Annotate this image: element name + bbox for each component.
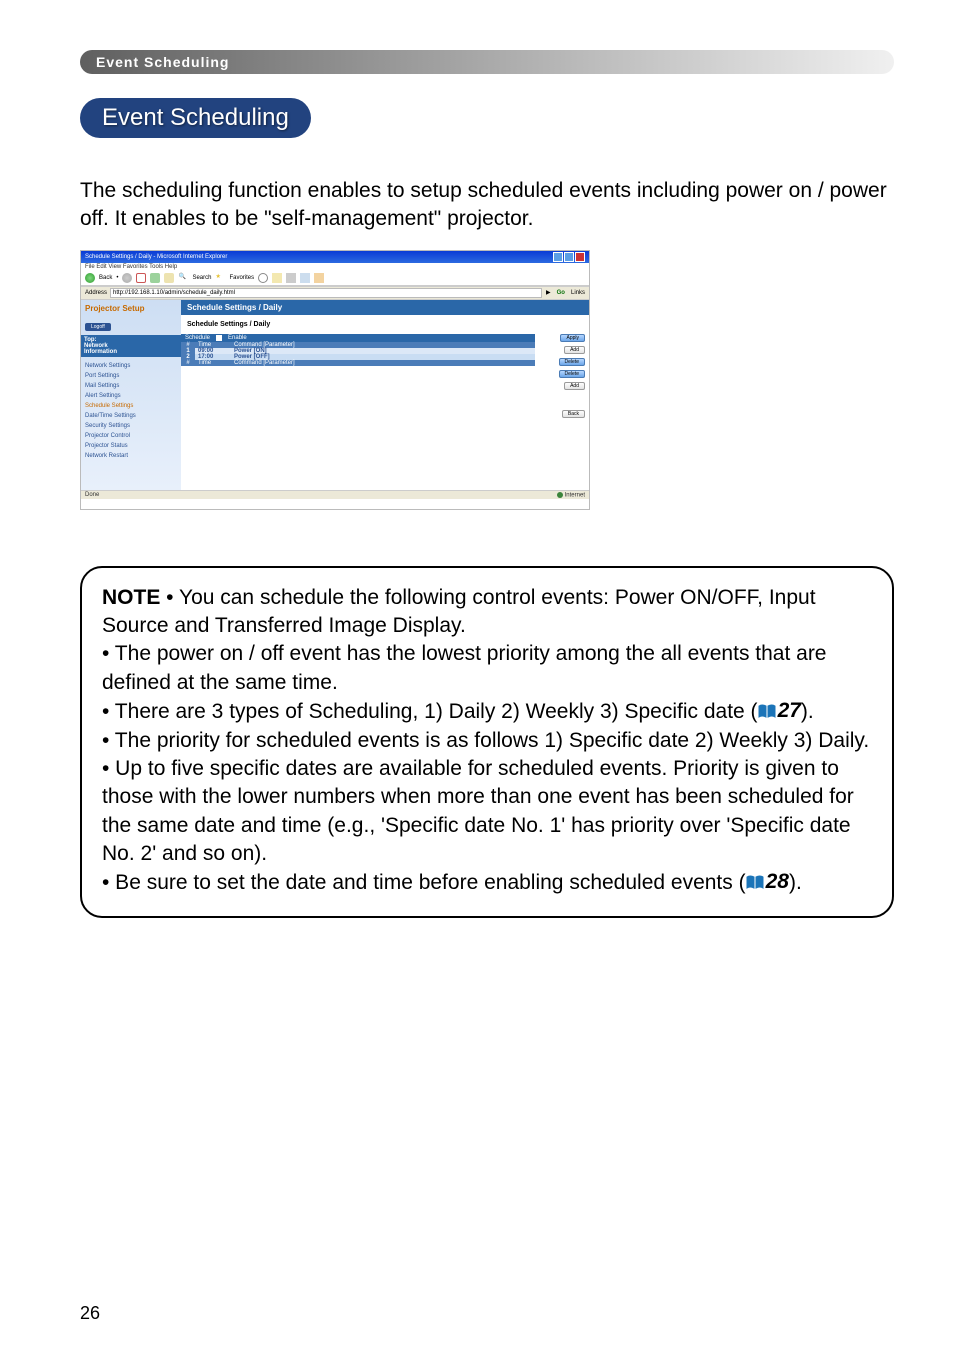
information-label: Information: [84, 349, 178, 355]
note-line3b: ).: [801, 700, 814, 723]
events-table: # Time Command [Parameter] 1 09:00 Power…: [181, 342, 535, 366]
sidebar-item-security-settings[interactable]: Security Settings: [85, 421, 177, 431]
intro-text: The scheduling function enables to setup…: [80, 177, 894, 234]
add-button[interactable]: Add: [564, 346, 585, 354]
content-subtitle: Schedule Settings / Daily: [181, 315, 589, 334]
sidebar-item-network-settings[interactable]: Network Settings: [85, 361, 177, 371]
print-icon[interactable]: [286, 273, 296, 283]
status-done: Done: [85, 492, 99, 499]
edit-icon[interactable]: [300, 273, 310, 283]
delete-button-2[interactable]: Delete: [559, 370, 585, 378]
col-num: #: [181, 360, 195, 366]
sidebar-item-port-settings[interactable]: Port Settings: [85, 371, 177, 381]
note-line6a: • Be sure to set the date and time befor…: [102, 871, 746, 894]
go-icon[interactable]: ▶: [546, 289, 551, 296]
sidebar-item-datetime-settings[interactable]: Date/Time Settings: [85, 411, 177, 421]
main-content: Schedule Settings / Daily Schedule Setti…: [181, 300, 589, 490]
col-time: Time: [195, 360, 231, 366]
stop-icon[interactable]: [136, 273, 146, 283]
favorites-label: Favorites: [229, 275, 254, 281]
delete-button[interactable]: Delete: [559, 358, 585, 366]
browser-toolbar[interactable]: Back • 🔍 Search ★ Favorites: [81, 271, 589, 286]
ref-number: 28: [766, 868, 789, 896]
home-icon[interactable]: [164, 273, 174, 283]
url-field[interactable]: http://192.168.1.10/admin/schedule_daily…: [110, 288, 542, 298]
back-button[interactable]: Back: [562, 410, 585, 418]
address-label: Address: [85, 290, 107, 296]
add-button-2[interactable]: Add: [564, 382, 585, 390]
back-label: Back: [99, 275, 112, 281]
enable-label: Enable: [228, 335, 247, 341]
window-title-bar: Schedule Settings / Daily - Microsoft In…: [81, 251, 589, 263]
history-icon[interactable]: [258, 273, 268, 283]
browser-status-bar: Done Internet: [81, 490, 589, 500]
search-label: Search: [192, 275, 211, 281]
ref-number: 27: [778, 697, 801, 725]
sidebar-top-block[interactable]: Top: Network Information: [81, 335, 181, 357]
sidebar-item-mail-settings[interactable]: Mail Settings: [85, 381, 177, 391]
sidebar-item-schedule-settings[interactable]: Schedule Settings: [85, 401, 177, 411]
note-box: NOTE • You can schedule the following co…: [80, 566, 894, 918]
schedule-label: Schedule: [185, 335, 210, 341]
action-panel: Apply Add Delete Delete Add Back: [539, 334, 585, 422]
refresh-icon[interactable]: [150, 273, 160, 283]
zone-label: Internet: [565, 492, 585, 498]
links-label[interactable]: Links: [571, 290, 585, 296]
note-line1: • You can schedule the following control…: [102, 586, 816, 637]
note-line3a: • There are 3 types of Scheduling, 1) Da…: [102, 700, 758, 723]
enable-checkbox[interactable]: [216, 335, 222, 341]
note-line4: • The priority for scheduled events is a…: [102, 729, 869, 752]
back-icon[interactable]: [85, 273, 95, 283]
discuss-icon[interactable]: [314, 273, 324, 283]
product-label: Projector Setup: [85, 304, 177, 313]
page-reference: 27: [758, 697, 801, 725]
zone-icon: [557, 492, 563, 498]
note-line2: • The power on / off event has the lowes…: [102, 642, 827, 693]
sidebar-item-network-restart[interactable]: Network Restart: [85, 451, 177, 461]
address-bar: Address http://192.168.1.10/admin/schedu…: [81, 286, 589, 300]
book-icon: [746, 875, 764, 889]
sidebar-item-projector-status[interactable]: Projector Status: [85, 441, 177, 451]
browser-menu[interactable]: File Edit View Favorites Tools Help: [81, 263, 589, 271]
note-label: NOTE: [102, 586, 160, 609]
search-icon[interactable]: 🔍: [178, 273, 188, 283]
go-label: Go: [557, 290, 565, 296]
forward-icon[interactable]: [122, 273, 132, 283]
window-title: Schedule Settings / Daily - Microsoft In…: [85, 254, 227, 260]
content-header: Schedule Settings / Daily: [181, 300, 589, 315]
page-number: 26: [80, 1303, 100, 1324]
close-icon[interactable]: [575, 252, 585, 262]
note-line5: • Up to five specific dates are availabl…: [102, 757, 854, 865]
page-reference: 28: [746, 868, 789, 896]
sidebar-item-alert-settings[interactable]: Alert Settings: [85, 391, 177, 401]
maximize-icon[interactable]: [564, 252, 574, 262]
sidebar-item-projector-control[interactable]: Projector Control: [85, 431, 177, 441]
browser-screenshot: Schedule Settings / Daily - Microsoft In…: [80, 250, 590, 510]
apply-button[interactable]: Apply: [560, 334, 585, 342]
col-command: Command [Parameter]: [231, 360, 535, 366]
page-title: Event Scheduling: [80, 98, 311, 138]
breadcrumb: Event Scheduling: [80, 50, 894, 74]
sidebar: Projector Setup Logoff Top: Network Info…: [81, 300, 181, 490]
note-line6b: ).: [789, 871, 802, 894]
favorites-icon[interactable]: ★: [215, 273, 225, 283]
table-footer: # Time Command [Parameter]: [181, 360, 535, 366]
logoff-button[interactable]: Logoff: [85, 323, 111, 331]
mail-icon[interactable]: [272, 273, 282, 283]
minimize-icon[interactable]: [553, 252, 563, 262]
book-icon: [758, 704, 776, 718]
